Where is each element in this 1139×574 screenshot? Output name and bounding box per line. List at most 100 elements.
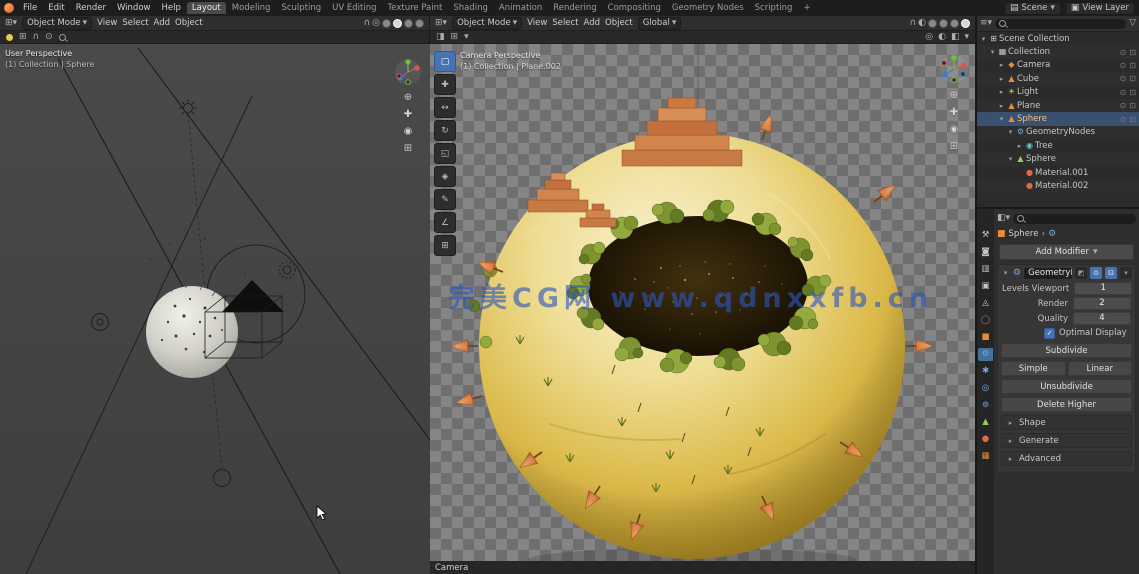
select-menu[interactable]: Select bbox=[552, 18, 578, 28]
outliner-row[interactable]: ▾ ⊞ Scene Collection bbox=[977, 32, 1139, 45]
zoom-icon[interactable]: ⊕ bbox=[404, 93, 412, 103]
camera-view-icon[interactable]: ◉ bbox=[950, 125, 959, 135]
section-advanced[interactable]: ▸ Advanced bbox=[1001, 451, 1132, 466]
outliner-row[interactable]: ▾ ⚙ GeometryNodes bbox=[977, 125, 1139, 140]
props-tab-physics[interactable]: ◎ bbox=[978, 382, 993, 395]
select-menu[interactable]: Select bbox=[122, 18, 148, 28]
hide-toggle-icon[interactable]: ⊙ bbox=[1120, 74, 1127, 83]
tool-add-primitive[interactable]: ⊞ bbox=[434, 235, 456, 256]
render-levels-field[interactable]: 2 bbox=[1073, 297, 1131, 310]
add-modifier-button[interactable]: Add Modifier ▾ bbox=[999, 244, 1134, 260]
props-tab-modifiers[interactable]: ⚙ bbox=[978, 348, 993, 361]
props-tab-object-data[interactable]: ▲ bbox=[978, 416, 993, 429]
blender-logo-icon[interactable] bbox=[4, 3, 14, 13]
expand-icon[interactable]: ▸ bbox=[997, 102, 1006, 110]
tool-rotate[interactable]: ↻ bbox=[434, 120, 456, 141]
levels-viewport-field[interactable]: 1 bbox=[1074, 282, 1133, 295]
props-tab-tool[interactable]: ⚒ bbox=[978, 229, 993, 242]
workspace-tab-compositing[interactable]: Compositing bbox=[603, 2, 666, 14]
chevron-down-icon[interactable]: ▾ bbox=[464, 32, 469, 42]
proportional-edit-icon[interactable]: ◎ bbox=[372, 18, 380, 28]
render-toggle-icon[interactable]: ⊡ bbox=[1129, 74, 1136, 83]
grid-icon[interactable]: ⊞ bbox=[19, 32, 27, 42]
ortho-toggle-icon[interactable]: ⊞ bbox=[950, 142, 958, 152]
orientation-gizmo[interactable] bbox=[394, 58, 422, 86]
hide-toggle-icon[interactable]: ⊙ bbox=[1120, 48, 1127, 57]
expand-icon[interactable]: ▾ bbox=[1001, 269, 1010, 277]
pan-icon[interactable]: ✚ bbox=[950, 108, 958, 118]
workspace-tab-sculpting[interactable]: Sculpting bbox=[276, 2, 326, 14]
props-tab-object[interactable]: ■ bbox=[978, 331, 993, 344]
snap-magnet-icon[interactable]: ∩ bbox=[364, 18, 371, 28]
menu-window[interactable]: Window bbox=[112, 3, 156, 13]
props-tab-world[interactable]: ◯ bbox=[978, 314, 993, 327]
render-toggle-icon[interactable]: ⊡ bbox=[1129, 48, 1136, 57]
snap-icon[interactable]: ∩ bbox=[33, 32, 40, 42]
workspace-tab-layout[interactable]: Layout bbox=[186, 2, 226, 14]
expand-icon[interactable]: ▸ bbox=[997, 88, 1006, 96]
workspace-tab-rendering[interactable]: Rendering bbox=[548, 2, 601, 14]
view-layer-selector[interactable]: ▣ View Layer bbox=[1064, 1, 1135, 15]
workspace-tab-uv-editing[interactable]: UV Editing bbox=[327, 2, 381, 14]
expand-icon[interactable]: ▸ bbox=[997, 61, 1006, 69]
expand-icon[interactable]: ▾ bbox=[1006, 155, 1015, 163]
unsubdivide-button[interactable]: Unsubdivide bbox=[1001, 379, 1132, 394]
hide-toggle-icon[interactable]: ⊙ bbox=[1120, 88, 1127, 97]
realtime-toggle[interactable]: ⊙ bbox=[1090, 267, 1102, 279]
properties-search-input[interactable] bbox=[1013, 213, 1136, 224]
expand-icon[interactable]: ▾ bbox=[1006, 128, 1015, 136]
snap-magnet-icon[interactable]: ∩ bbox=[910, 18, 917, 28]
add-workspace-button[interactable]: + bbox=[798, 2, 815, 14]
tool-transform[interactable]: ◈ bbox=[434, 166, 456, 187]
tool-scale[interactable]: ◱ bbox=[434, 143, 456, 164]
props-tab-view-layer[interactable]: ▣ bbox=[978, 280, 993, 293]
left-3d-viewport[interactable]: User Perspective (1) Collection | Sphere… bbox=[0, 44, 430, 574]
expand-icon[interactable]: ▸ bbox=[1015, 142, 1024, 150]
outliner-row[interactable]: ▸ ◉ Tree bbox=[977, 139, 1139, 152]
modifier-extras-menu[interactable]: ▾ bbox=[1120, 267, 1132, 279]
render-toggle-icon[interactable]: ⊡ bbox=[1129, 88, 1136, 97]
props-tab-scene[interactable]: ◬ bbox=[978, 297, 993, 310]
filter-icon[interactable]: ▽ bbox=[1129, 19, 1136, 28]
grid-icon[interactable]: ⊞ bbox=[451, 32, 459, 42]
expand-icon[interactable]: ▾ bbox=[988, 48, 997, 56]
section-shape[interactable]: ▸ Shape bbox=[1001, 415, 1132, 430]
object-menu[interactable]: Object bbox=[175, 18, 203, 28]
view-menu[interactable]: View bbox=[527, 18, 547, 28]
expand-icon[interactable]: ▾ bbox=[997, 115, 1006, 123]
editor-type-icon[interactable]: ≡▾ bbox=[980, 19, 992, 28]
hide-toggle-icon[interactable]: ⊙ bbox=[1120, 61, 1127, 70]
shading-wireframe-button[interactable] bbox=[928, 18, 937, 28]
outliner-row[interactable]: ▾ ▦ Collection ⊙ ⊡ bbox=[977, 45, 1139, 59]
linear-button[interactable]: Linear bbox=[1067, 361, 1132, 376]
render-3d-viewport[interactable]: ▢ ✚ ↔ ↻ ◱ ◈ ✎ ∠ ⊞ Camera Perspective (1)… bbox=[430, 44, 976, 574]
editor-type-icon[interactable]: ⊞▾ bbox=[435, 18, 447, 28]
workspace-tab-geometry-nodes[interactable]: Geometry Nodes bbox=[667, 2, 749, 14]
props-tab-particles[interactable]: ✱ bbox=[978, 365, 993, 378]
delete-higher-button[interactable]: Delete Higher bbox=[1001, 397, 1132, 412]
tool-cursor[interactable]: ✚ bbox=[434, 74, 456, 95]
overlays-icon[interactable]: ◐ bbox=[938, 32, 946, 42]
shading-material-button[interactable] bbox=[404, 18, 413, 28]
render-toggle-icon[interactable]: ⊡ bbox=[1129, 115, 1136, 124]
props-tab-texture[interactable]: ▦ bbox=[978, 450, 993, 463]
add-menu[interactable]: Add bbox=[154, 18, 170, 28]
breadcrumb-object-name[interactable]: Sphere bbox=[1009, 229, 1039, 239]
modifier-name-field[interactable]: GeometryNodes bbox=[1024, 267, 1072, 279]
workspace-tab-texture-paint[interactable]: Texture Paint bbox=[383, 2, 448, 14]
menu-help[interactable]: Help bbox=[156, 3, 185, 13]
overlays-icon[interactable]: ◐ bbox=[918, 18, 926, 28]
outliner-row[interactable]: ▸ ▲ Cube ⊙ ⊡ bbox=[977, 72, 1139, 86]
xray-icon[interactable]: ◧ bbox=[951, 32, 960, 42]
mode-dropdown[interactable]: Object Mode ▾ bbox=[22, 16, 93, 30]
menu-file[interactable]: File bbox=[18, 3, 42, 13]
hide-toggle-icon[interactable]: ⊙ bbox=[1120, 101, 1127, 110]
add-menu[interactable]: Add bbox=[584, 18, 600, 28]
chevron-down-icon[interactable]: ▾ bbox=[964, 32, 969, 42]
props-tab-material[interactable]: ● bbox=[978, 433, 993, 446]
shading-rendered-button[interactable] bbox=[961, 18, 970, 28]
render-toggle-icon[interactable]: ⊡ bbox=[1129, 61, 1136, 70]
props-tab-render[interactable]: ◙ bbox=[978, 246, 993, 259]
tool-annotate[interactable]: ✎ bbox=[434, 189, 456, 210]
outliner-row-active[interactable]: ▾ ▲ Sphere ⊙ ⊡ bbox=[977, 112, 1139, 126]
